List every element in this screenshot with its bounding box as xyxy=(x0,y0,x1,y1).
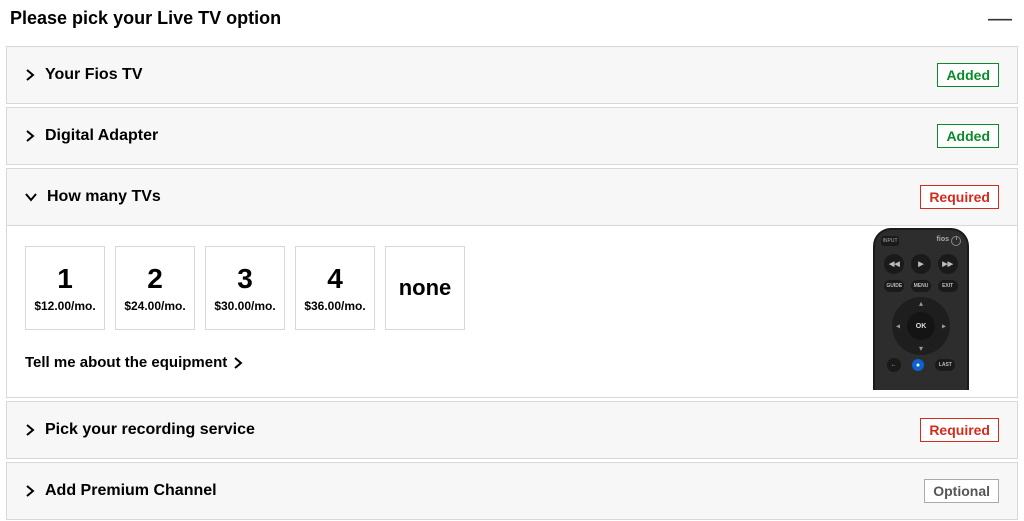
dpad-down-icon: ▾ xyxy=(919,344,923,353)
remote-dpad: ▴ ▾ ◂ ▸ OK xyxy=(892,297,950,355)
panel-left: Your Fios TV xyxy=(25,66,142,84)
option-label: 1 xyxy=(57,263,73,295)
panel-left: How many TVs xyxy=(25,188,161,206)
remote-image: INPUT fios ◀◀ ▶ ▶▶ GUIDE MENU EXIT ▴ ▾ ◂… xyxy=(873,228,969,390)
status-badge-optional: Optional xyxy=(924,479,999,503)
power-icon xyxy=(951,236,961,246)
dpad-up-icon: ▴ xyxy=(919,299,923,308)
panel-left: Add Premium Channel xyxy=(25,482,217,500)
rewind-icon: ◀◀ xyxy=(884,254,904,274)
panel-title: Add Premium Channel xyxy=(45,482,217,500)
option-label: 3 xyxy=(237,263,253,295)
chevron-right-icon xyxy=(25,130,35,142)
panel-how-many-tvs-body: 1 $12.00/mo. 2 $24.00/mo. 3 $30.00/mo. 4… xyxy=(6,226,1018,398)
equipment-info-label: Tell me about the equipment xyxy=(25,354,227,371)
status-badge-added: Added xyxy=(937,63,999,87)
option-price: $24.00/mo. xyxy=(124,299,185,313)
panel-title: Digital Adapter xyxy=(45,127,158,145)
panel-your-fios-tv[interactable]: Your Fios TV Added xyxy=(6,46,1018,104)
panel-title: Pick your recording service xyxy=(45,421,255,439)
tv-count-option-4[interactable]: 4 $36.00/mo. xyxy=(295,246,375,330)
tv-count-option-3[interactable]: 3 $30.00/mo. xyxy=(205,246,285,330)
option-label: none xyxy=(399,275,452,300)
chevron-right-icon xyxy=(25,424,35,436)
panel-title: Your Fios TV xyxy=(45,66,142,84)
mic-icon: ● xyxy=(912,359,924,371)
section-title: Please pick your Live TV option xyxy=(10,8,281,29)
dpad-right-icon: ▸ xyxy=(942,322,946,331)
panel-left: Pick your recording service xyxy=(25,421,255,439)
tv-count-option-none[interactable]: none xyxy=(385,246,465,330)
panel-left: Digital Adapter xyxy=(25,127,158,145)
remote-input-label: INPUT xyxy=(881,236,899,246)
panel-premium-channel[interactable]: Add Premium Channel Optional xyxy=(6,462,1018,520)
forward-icon: ▶▶ xyxy=(938,254,958,274)
option-label: 4 xyxy=(327,263,343,295)
play-icon: ▶ xyxy=(911,254,931,274)
tv-count-option-2[interactable]: 2 $24.00/mo. xyxy=(115,246,195,330)
status-badge-added: Added xyxy=(937,124,999,148)
remote-ok-button: OK xyxy=(907,312,935,340)
equipment-info-link[interactable]: Tell me about the equipment xyxy=(25,354,999,371)
status-badge-required: Required xyxy=(920,185,999,209)
option-price: $12.00/mo. xyxy=(34,299,95,313)
status-badge-required: Required xyxy=(920,418,999,442)
dpad-left-icon: ◂ xyxy=(896,322,900,331)
tv-count-option-1[interactable]: 1 $12.00/mo. xyxy=(25,246,105,330)
remote-menu-button: MENU xyxy=(911,280,931,292)
chevron-right-icon xyxy=(233,357,243,369)
panel-how-many-tvs[interactable]: How many TVs Required xyxy=(6,168,1018,226)
option-label: 2 xyxy=(147,263,163,295)
remote-exit-button: EXIT xyxy=(938,280,958,292)
chevron-down-icon xyxy=(25,192,37,202)
remote-last-button: LAST xyxy=(935,359,955,371)
page-header: Please pick your Live TV option — xyxy=(0,0,1024,43)
panel-title: How many TVs xyxy=(47,188,161,206)
remote-guide-button: GUIDE xyxy=(884,280,904,292)
remote-brand: fios xyxy=(937,236,949,243)
chevron-right-icon xyxy=(25,69,35,81)
option-price: $30.00/mo. xyxy=(214,299,275,313)
panel-digital-adapter[interactable]: Digital Adapter Added xyxy=(6,107,1018,165)
panel-recording-service[interactable]: Pick your recording service Required xyxy=(6,401,1018,459)
minimize-button[interactable]: — xyxy=(988,15,1014,23)
back-icon: ← xyxy=(887,358,901,372)
chevron-right-icon xyxy=(25,485,35,497)
tv-count-options: 1 $12.00/mo. 2 $24.00/mo. 3 $30.00/mo. 4… xyxy=(25,246,999,330)
option-price: $36.00/mo. xyxy=(304,299,365,313)
